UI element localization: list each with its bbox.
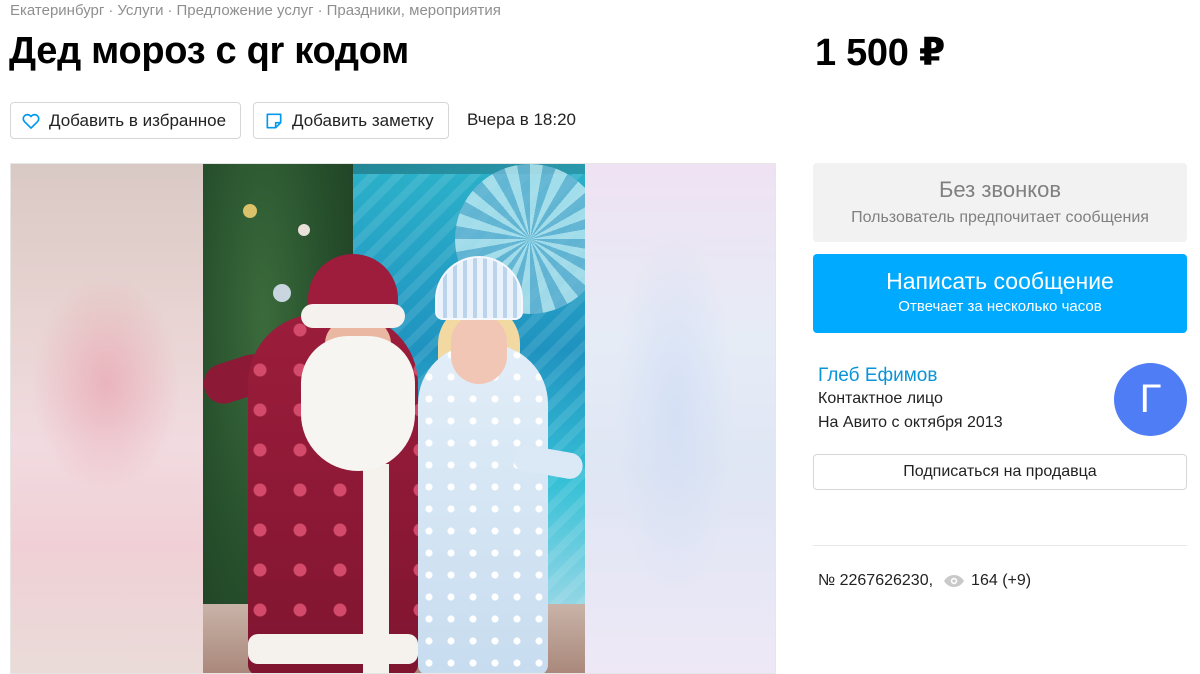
seller-role: Контактное лицо: [818, 390, 943, 407]
no-calls-notice: Без звонков Пользователь предпочитает со…: [813, 163, 1187, 242]
response-time-label: Отвечает за несколько часов: [898, 298, 1102, 315]
avatar[interactable]: Г: [1114, 363, 1187, 436]
add-to-favorites-button[interactable]: Добавить в избранное: [10, 102, 241, 139]
breadcrumb-separator: ·: [317, 2, 323, 19]
breadcrumb-city[interactable]: Екатеринбург: [10, 2, 104, 19]
views-count: 164 (+9): [971, 572, 1032, 589]
write-message-label: Написать сообщение: [886, 268, 1114, 294]
subscribe-seller-button[interactable]: Подписаться на продавца: [813, 454, 1187, 490]
divider: [813, 545, 1187, 546]
ad-meta: № 2267626230, 164 (+9): [818, 572, 1031, 590]
heart-icon: [21, 111, 41, 131]
posted-date: Вчера в 18:20: [467, 110, 577, 129]
ad-number: № 2267626230,: [818, 572, 934, 589]
add-to-favorites-label: Добавить в избранное: [49, 110, 227, 130]
breadcrumb-service-offer[interactable]: Предложение услуг: [177, 2, 314, 19]
breadcrumb-separator: ·: [108, 2, 114, 19]
breadcrumb-separator: ·: [167, 2, 173, 19]
write-message-button[interactable]: Написать сообщение Отвечает за несколько…: [813, 254, 1187, 333]
no-calls-title: Без звонков: [938, 177, 1062, 202]
note-icon: [264, 111, 284, 131]
no-calls-subtitle: Пользователь предпочитает сообщения: [851, 209, 1149, 226]
add-note-label: Добавить заметку: [292, 110, 434, 130]
main-photo[interactable]: [203, 164, 585, 673]
snow-maiden-coat: [418, 344, 548, 673]
santa-hat-fur: [301, 304, 405, 328]
seller-name-link[interactable]: Глеб Ефимов: [818, 365, 937, 387]
photo-gallery[interactable]: [10, 163, 776, 674]
gallery-blurred-left: [11, 164, 203, 673]
santa-coat-hem: [248, 634, 418, 664]
add-note-button[interactable]: Добавить заметку: [253, 102, 449, 139]
snow-maiden-face: [451, 314, 507, 384]
santa-beard: [301, 336, 415, 471]
seller-since: На Авито с октября 2013: [818, 414, 1003, 431]
listing-title: Дед мороз с qr кодом: [9, 30, 409, 72]
breadcrumb-holidays[interactable]: Праздники, мероприятия: [327, 2, 501, 19]
breadcrumb: Екатеринбург · Услуги · Предложение услуг · Пр…: [10, 2, 501, 19]
breadcrumb-services[interactable]: Услуги: [117, 2, 163, 19]
eye-icon: [943, 574, 965, 588]
listing-price: 1 500 ₽: [815, 32, 945, 74]
gallery-blurred-right: [585, 164, 775, 673]
